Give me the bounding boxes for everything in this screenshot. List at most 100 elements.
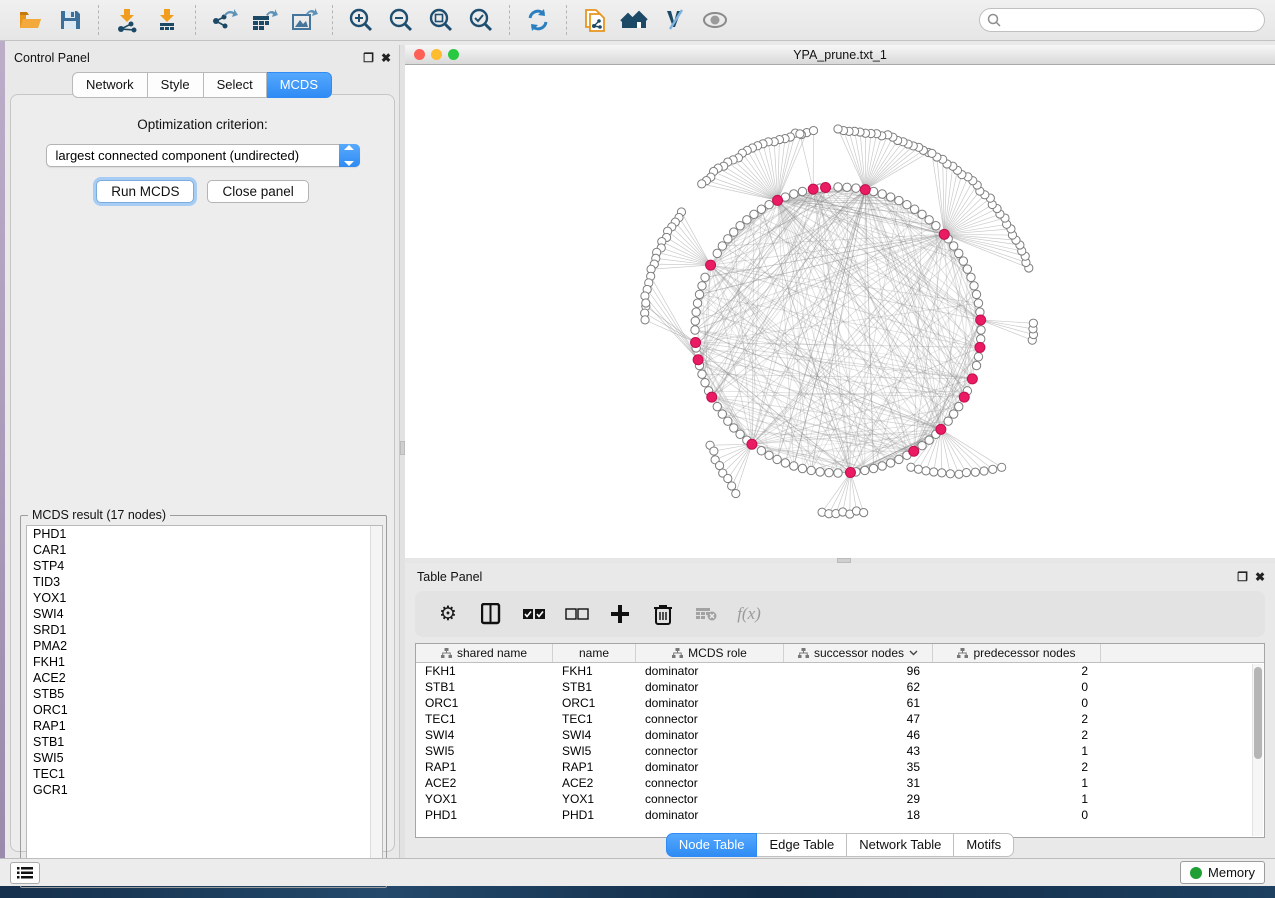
table-cell[interactable]: SWI4 [553, 727, 636, 743]
hide-graphics-details-icon[interactable] [655, 3, 695, 37]
table-scrollbar-thumb[interactable] [1254, 667, 1262, 759]
table-row[interactable]: SWI4SWI4dominator462 [416, 727, 1264, 743]
table-row[interactable]: SWI5SWI5connector431 [416, 743, 1264, 759]
zoom-in-icon[interactable] [341, 3, 381, 37]
table-cell[interactable]: ACE2 [416, 775, 553, 791]
mcds-result-item[interactable]: ORC1 [27, 702, 382, 718]
tab-mcds[interactable]: MCDS [267, 72, 332, 98]
table-cell[interactable]: dominator [636, 807, 784, 823]
network-window-titlebar[interactable]: YPA_prune.txt_1 [405, 45, 1275, 65]
table-cell[interactable]: dominator [636, 759, 784, 775]
table-cell[interactable]: 31 [784, 775, 933, 791]
table-cell[interactable]: SWI5 [553, 743, 636, 759]
table-row[interactable]: ORC1ORC1dominator610 [416, 695, 1264, 711]
table-cell[interactable]: 2 [933, 711, 1101, 727]
mcds-result-item[interactable]: TID3 [27, 574, 382, 590]
table-cell[interactable]: 0 [933, 695, 1101, 711]
mcds-result-item[interactable]: GCR1 [27, 782, 382, 798]
table-row[interactable]: STB1STB1dominator620 [416, 679, 1264, 695]
table-cell[interactable]: 96 [784, 663, 933, 679]
criterion-dropdown[interactable]: largest connected component (undirected) [46, 144, 360, 167]
table-cell[interactable]: 0 [933, 679, 1101, 695]
table-cell[interactable]: TEC1 [553, 711, 636, 727]
table-cell[interactable]: PHD1 [416, 807, 553, 823]
close-panel-icon[interactable]: ✖ [381, 52, 391, 64]
table-cell[interactable]: dominator [636, 663, 784, 679]
mcds-result-item[interactable]: CAR1 [27, 542, 382, 558]
table-cell[interactable]: dominator [636, 727, 784, 743]
mcds-result-list[interactable]: PHD1CAR1STP4TID3YOX1SWI4SRD1PMA2FKH1ACE2… [26, 525, 383, 882]
float-panel-icon[interactable]: ❐ [363, 52, 374, 64]
table-cell[interactable]: YOX1 [416, 791, 553, 807]
save-session-icon[interactable] [50, 3, 90, 37]
tab-style[interactable]: Style [148, 72, 204, 98]
table-cell[interactable]: STB1 [416, 679, 553, 695]
column-header-name[interactable]: name [553, 644, 636, 662]
table-cell[interactable]: FKH1 [553, 663, 636, 679]
table-cell[interactable]: PHD1 [553, 807, 636, 823]
import-table-icon[interactable] [147, 3, 187, 37]
table-cell[interactable]: 47 [784, 711, 933, 727]
table-cell[interactable]: ACE2 [553, 775, 636, 791]
mcds-result-item[interactable]: STB5 [27, 686, 382, 702]
tab-select[interactable]: Select [204, 72, 267, 98]
table-cell[interactable]: SWI4 [416, 727, 553, 743]
mcds-result-item[interactable]: RAP1 [27, 718, 382, 734]
export-image-icon[interactable] [284, 3, 324, 37]
table-cell[interactable]: TEC1 [416, 711, 553, 727]
task-history-button[interactable] [10, 862, 40, 884]
zoom-fit-icon[interactable] [421, 3, 461, 37]
table-cell[interactable]: dominator [636, 679, 784, 695]
column-browser-icon[interactable] [478, 601, 504, 627]
open-file-icon[interactable] [10, 3, 50, 37]
table-cell[interactable]: 1 [933, 791, 1101, 807]
table-cell[interactable]: ORC1 [416, 695, 553, 711]
table-cell[interactable]: 1 [933, 743, 1101, 759]
search-input[interactable] [979, 8, 1265, 32]
table-row[interactable]: ACE2ACE2connector311 [416, 775, 1264, 791]
column-header-successor-nodes[interactable]: successor nodes [784, 644, 933, 662]
mcds-result-item[interactable]: PHD1 [27, 526, 382, 542]
close-table-panel-icon[interactable]: ✖ [1255, 571, 1265, 583]
table-cell[interactable]: 61 [784, 695, 933, 711]
float-table-panel-icon[interactable]: ❐ [1237, 571, 1248, 583]
unselect-all-columns-icon[interactable] [564, 601, 590, 627]
table-cell[interactable]: 18 [784, 807, 933, 823]
table-row[interactable]: YOX1YOX1connector291 [416, 791, 1264, 807]
show-hide-panel-eye-icon[interactable] [695, 3, 735, 37]
tab-network-table[interactable]: Network Table [847, 833, 954, 857]
export-table-icon[interactable] [244, 3, 284, 37]
zoom-out-icon[interactable] [381, 3, 421, 37]
table-cell[interactable]: connector [636, 743, 784, 759]
table-options-icon[interactable]: ⚙ [435, 601, 461, 627]
table-cell[interactable]: 0 [933, 807, 1101, 823]
network-browser-icon[interactable] [615, 3, 655, 37]
table-row[interactable]: RAP1RAP1dominator352 [416, 759, 1264, 775]
table-cell[interactable]: 43 [784, 743, 933, 759]
table-cell[interactable]: RAP1 [416, 759, 553, 775]
mcds-result-item[interactable]: SRD1 [27, 622, 382, 638]
mcds-result-item[interactable]: STP4 [27, 558, 382, 574]
table-cell[interactable]: 1 [933, 775, 1101, 791]
table-cell[interactable]: SWI5 [416, 743, 553, 759]
tab-motifs[interactable]: Motifs [954, 833, 1014, 857]
column-header-predecessor-nodes[interactable]: predecessor nodes [933, 644, 1101, 662]
table-cell[interactable]: STB1 [553, 679, 636, 695]
apply-function-icon[interactable]: f(x) [736, 601, 762, 627]
tab-network[interactable]: Network [72, 72, 148, 98]
network-canvas[interactable] [405, 65, 1275, 557]
table-cell[interactable]: connector [636, 775, 784, 791]
memory-button[interactable]: Memory [1180, 861, 1265, 884]
table-cell[interactable]: dominator [636, 695, 784, 711]
table-row[interactable]: PHD1PHD1dominator180 [416, 807, 1264, 823]
column-header-shared-name[interactable]: shared name [416, 644, 553, 662]
tab-node-table[interactable]: Node Table [666, 833, 758, 857]
column-header-MCDS-role[interactable]: MCDS role [636, 644, 784, 662]
table-cell[interactable]: FKH1 [416, 663, 553, 679]
export-network-icon[interactable] [204, 3, 244, 37]
table-cell[interactable]: RAP1 [553, 759, 636, 775]
table-scrollbar[interactable] [1252, 664, 1263, 836]
mcds-result-item[interactable]: TEC1 [27, 766, 382, 782]
table-row[interactable]: TEC1TEC1connector472 [416, 711, 1264, 727]
mcds-result-item[interactable]: FKH1 [27, 654, 382, 670]
